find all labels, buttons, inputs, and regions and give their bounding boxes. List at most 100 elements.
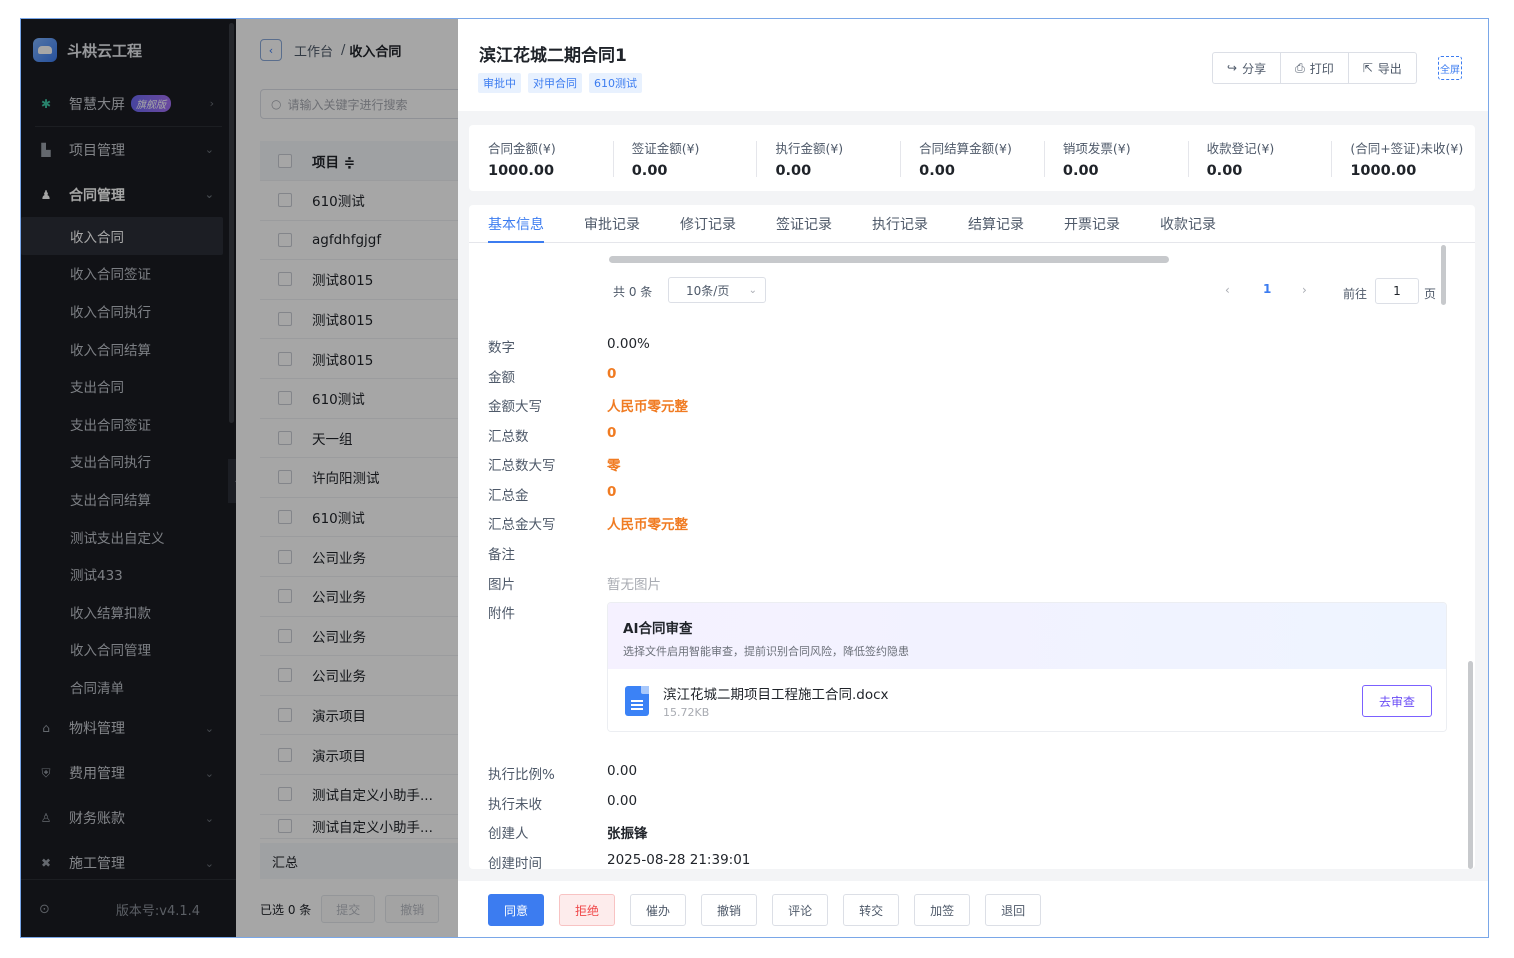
ai-review-card: AI合同审查 选择文件启用智能审查，提前识别合同风险，降低签约隐患 滨江花城二期… <box>607 602 1447 732</box>
page-unit-label: 页 <box>1424 287 1437 301</box>
transfer-button[interactable]: 转交 <box>843 894 900 926</box>
start-review-button[interactable]: 去审查 <box>1362 685 1432 717</box>
attachment-size: 15.72KB <box>663 706 710 719</box>
field-amount: 金额 0 <box>488 366 616 386</box>
app-window: 斗栱云工程 ✱ 智慧大屏 旗舰版 › ▙ 项目管理 ⌄ ♟ 合同管理 ⌄ 收入合… <box>20 18 1489 938</box>
field-execution-ratio: 执行比例% 0.00 <box>488 763 637 783</box>
page-number-current[interactable]: 1 <box>1263 282 1271 296</box>
stat-value: 1000.00 <box>488 163 555 179</box>
field-value: 0.00 <box>607 793 638 809</box>
field-value: 0 <box>607 484 617 500</box>
modal-overlay[interactable] <box>21 19 458 937</box>
drawer-header: 滨江花城二期合同1 审批中 对甲合同 610测试 ↪ 分享 ⎙ 打印 ⇱ 导出 全屏 <box>458 19 1488 111</box>
field-value: 0 <box>607 366 617 382</box>
print-button[interactable]: ⎙ 打印 <box>1281 53 1349 83</box>
urge-button[interactable]: 催办 <box>630 894 687 926</box>
share-label: 分享 <box>1242 61 1267 76</box>
field-sum-count-words: 汇总数大写 零 <box>488 454 621 474</box>
stat-receipt: 收款登记(¥) 0.00 <box>1187 125 1332 191</box>
field-label: 执行未收 <box>488 797 542 813</box>
page-size-select[interactable]: 10条/页 ⌄ <box>668 277 766 303</box>
tab-bar: 基本信息 审批记录 修订记录 签证记录 执行记录 结算记录 开票记录 收款记录 <box>469 205 1475 243</box>
tab-basic-info[interactable]: 基本信息 <box>488 205 544 243</box>
return-button[interactable]: 退回 <box>985 894 1042 926</box>
tab-execution-records[interactable]: 执行记录 <box>872 205 928 242</box>
field-label: 执行比例% <box>488 767 555 783</box>
field-label: 数字 <box>488 340 515 356</box>
page-title: 滨江花城二期合同1 <box>479 46 627 66</box>
add-signer-button[interactable]: 加签 <box>914 894 971 926</box>
stat-visa-amount: 签证金额(¥) 0.00 <box>612 125 757 191</box>
print-label: 打印 <box>1309 61 1334 76</box>
stat-label: (合同+签证)未收(¥) <box>1350 141 1464 156</box>
stat-label: 销项发票(¥) <box>1062 141 1131 156</box>
field-label: 汇总金大写 <box>488 517 556 533</box>
field-value: 0.00% <box>607 336 650 352</box>
stat-value: 0.00 <box>631 163 668 179</box>
field-sum-amount: 汇总金 0 <box>488 484 616 504</box>
detail-panel: 基本信息 审批记录 修订记录 签证记录 执行记录 结算记录 开票记录 收款记录 … <box>469 205 1475 869</box>
table-vertical-scrollbar[interactable] <box>1441 245 1446 305</box>
export-button[interactable]: ⇱ 导出 <box>1349 53 1416 83</box>
comment-button[interactable]: 评论 <box>772 894 829 926</box>
tab-receipt-records[interactable]: 收款记录 <box>1160 205 1216 242</box>
tab-visa-records[interactable]: 签证记录 <box>776 205 832 242</box>
prev-page-button[interactable]: ‹ <box>1225 283 1230 297</box>
goto-page-input[interactable]: 1 <box>1375 278 1419 304</box>
stat-label: 收款登记(¥) <box>1206 141 1275 156</box>
pagination-total: 共 0 条 <box>613 285 653 299</box>
stat-label: 合同金额(¥) <box>488 141 556 156</box>
field-label: 图片 <box>488 577 515 593</box>
field-value: 暂无图片 <box>607 577 661 593</box>
field-sum-count: 汇总数 0 <box>488 425 616 445</box>
field-image: 图片 暂无图片 <box>488 573 661 593</box>
tag-list: 审批中 对甲合同 610测试 <box>478 73 642 93</box>
tab-settlement-records[interactable]: 结算记录 <box>968 205 1024 242</box>
project-badge: 610测试 <box>589 73 642 93</box>
share-button[interactable]: ↪ 分享 <box>1213 53 1282 83</box>
stat-value: 0.00 <box>1062 163 1099 179</box>
field-label: 金额 <box>488 370 515 386</box>
field-creator: 创建人 张振锋 <box>488 822 648 842</box>
field-remark: 备注 <box>488 543 607 563</box>
page-size-value: 10条/页 <box>686 283 730 298</box>
field-label: 汇总数大写 <box>488 458 556 474</box>
stat-value: 0.00 <box>919 163 955 179</box>
ai-review-header: AI合同审查 选择文件启用智能审查，提前识别合同风险，降低签约隐患 <box>608 603 1446 669</box>
tab-revision-records[interactable]: 修订记录 <box>680 205 736 242</box>
goto-label: 前往 <box>1343 287 1368 301</box>
chevron-down-icon: ⌄ <box>748 284 757 296</box>
stat-value: 0.00 <box>1206 163 1243 179</box>
attachment-item[interactable]: 滨江花城二期项目工程施工合同.docx 15.72KB 去审查 <box>608 669 1446 731</box>
attachment-name[interactable]: 滨江花城二期项目工程施工合同.docx <box>663 683 889 703</box>
field-value: 零 <box>607 458 621 474</box>
stat-uncollected: (合同+签证)未收(¥) 1000.00 <box>1331 125 1475 191</box>
export-icon: ⇱ <box>1362 61 1373 75</box>
field-created-time: 创建时间 2025-08-28 21:39:01 <box>488 852 750 869</box>
stat-value: 0.00 <box>775 163 812 179</box>
field-label: 金额大写 <box>488 399 542 415</box>
field-value: 人民币零元整 <box>607 399 688 415</box>
field-label: 汇总金 <box>488 488 529 504</box>
field-amount-words: 金额大写 人民币零元整 <box>488 395 688 415</box>
field-label: 创建人 <box>488 826 529 842</box>
fullscreen-button[interactable]: 全屏 <box>1438 56 1462 80</box>
field-value: 2025-08-28 21:39:01 <box>607 852 751 868</box>
approval-footer: 同意 拒绝 催办 撤销 评论 转交 加签 退回 <box>458 881 1488 937</box>
tab-invoice-records[interactable]: 开票记录 <box>1064 205 1120 242</box>
stat-label: 合同结算金额(¥) <box>919 141 1012 156</box>
withdraw-button[interactable]: 撤销 <box>701 894 758 926</box>
next-page-button[interactable]: › <box>1302 283 1307 297</box>
field-label: 创建时间 <box>488 856 542 869</box>
field-value: 人民币零元整 <box>607 517 688 533</box>
stat-contract-amount: 合同金额(¥) 1000.00 <box>469 125 613 191</box>
reject-button[interactable]: 拒绝 <box>559 894 616 926</box>
tab-approval-records[interactable]: 审批记录 <box>584 205 640 242</box>
document-icon <box>625 686 649 716</box>
approve-button[interactable]: 同意 <box>488 894 545 926</box>
stat-settlement-amount: 合同结算金额(¥) 0.00 <box>900 125 1044 191</box>
header-actions: ↪ 分享 ⎙ 打印 ⇱ 导出 <box>1212 52 1417 84</box>
panel-vertical-scrollbar[interactable] <box>1468 661 1473 869</box>
table-horizontal-scrollbar[interactable] <box>609 256 1169 263</box>
pagination: 共 0 条 10条/页 ⌄ ‹ 1 › 前往 1 页 <box>613 277 1439 305</box>
